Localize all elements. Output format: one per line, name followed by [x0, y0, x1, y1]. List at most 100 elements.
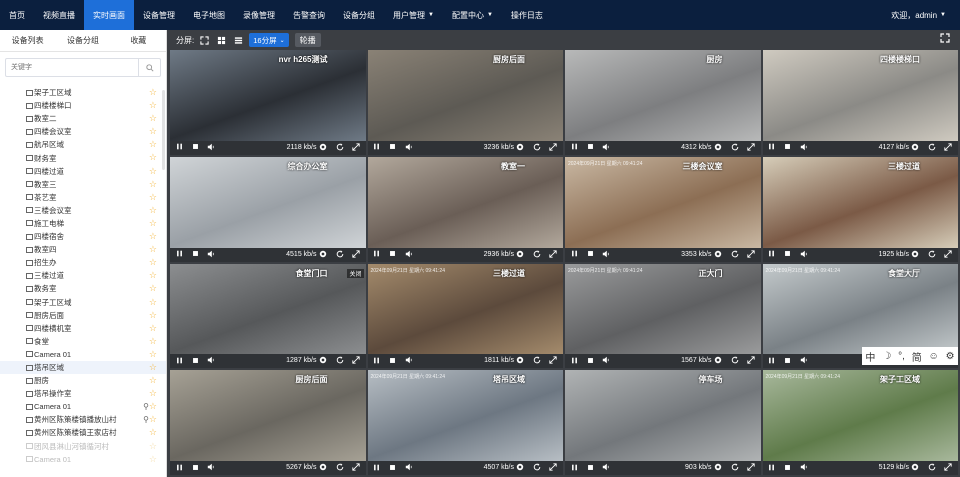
tree-item[interactable]: Camera 01 ☆ [0, 348, 166, 361]
video-cell[interactable]: 食堂门口 关闭 1287 kb/s [170, 263, 366, 369]
refresh-button[interactable] [334, 354, 346, 368]
volume-button[interactable] [204, 248, 218, 262]
stop-button[interactable] [583, 248, 597, 262]
pause-button[interactable] [172, 141, 186, 155]
expand-button[interactable] [745, 354, 757, 368]
pause-button[interactable] [765, 461, 779, 475]
favorite-star-icon[interactable]: ☆ [149, 86, 157, 99]
refresh-button[interactable] [531, 354, 543, 368]
nav-item-1[interactable]: 视频直播 [34, 0, 84, 30]
tree-item[interactable]: 食堂 ☆ [0, 335, 166, 348]
volume-button[interactable] [402, 354, 416, 368]
favorite-star-icon[interactable]: ☆ [149, 413, 157, 426]
pause-button[interactable] [567, 248, 581, 262]
favorite-star-icon[interactable]: ☆ [149, 151, 157, 164]
volume-button[interactable] [797, 141, 811, 155]
search-button[interactable] [138, 59, 160, 76]
snapshot-button[interactable] [317, 141, 329, 155]
refresh-button[interactable] [729, 141, 741, 155]
favorite-star-icon[interactable]: ☆ [149, 296, 157, 309]
refresh-button[interactable] [926, 141, 938, 155]
tree-item[interactable]: 三楼会议室 ☆ [0, 204, 166, 217]
favorite-star-icon[interactable]: ☆ [149, 269, 157, 282]
expand-button[interactable] [350, 461, 362, 475]
video-frame[interactable] [367, 50, 563, 141]
tree-item[interactable]: 架子工区域 ☆ [0, 86, 166, 99]
favorite-star-icon[interactable]: ☆ [149, 256, 157, 269]
nav-item-3[interactable]: 设备管理 [134, 0, 184, 30]
favorite-star-icon[interactable]: ☆ [149, 230, 157, 243]
ime-glyph[interactable]: 中 [865, 349, 875, 364]
video-cell[interactable]: 教室一 2936 kb/s [367, 156, 563, 262]
video-frame[interactable] [565, 370, 761, 461]
pause-button[interactable] [172, 461, 186, 475]
tree-item[interactable]: Camera 01 ⚲ ☆ [0, 400, 166, 413]
nav-item-8[interactable]: 用户管理 ▼ [384, 0, 443, 30]
tree-item[interactable]: 招生办 ☆ [0, 256, 166, 269]
video-frame[interactable] [762, 156, 958, 248]
video-cell[interactable]: 厨房后面 3236 kb/s [367, 50, 563, 155]
poll-button[interactable]: 轮播 [294, 33, 321, 47]
video-frame[interactable] [367, 263, 563, 355]
ime-glyph[interactable]: ⚙ [946, 351, 955, 362]
video-cell[interactable]: 停车场 903 kb/s [565, 370, 761, 475]
snapshot-button[interactable] [514, 141, 526, 155]
pause-button[interactable] [172, 354, 186, 368]
volume-button[interactable] [797, 248, 811, 262]
stop-button[interactable] [188, 461, 202, 475]
stop-button[interactable] [583, 354, 597, 368]
volume-button[interactable] [599, 141, 613, 155]
favorite-star-icon[interactable]: ☆ [149, 99, 157, 112]
snapshot-button[interactable] [712, 354, 724, 368]
tree-item[interactable]: 航吊区域 ☆ [0, 138, 166, 151]
ime-glyph[interactable]: ☽ [882, 351, 891, 362]
expand-button[interactable] [350, 141, 362, 155]
snapshot-button[interactable] [712, 461, 724, 475]
stop-button[interactable] [583, 141, 597, 155]
snapshot-button[interactable] [712, 248, 724, 262]
tree-item[interactable]: 黄州区陈策楼镇播放山村 ⚲ ☆ [0, 413, 166, 426]
refresh-button[interactable] [531, 248, 543, 262]
video-frame[interactable] [565, 263, 761, 355]
refresh-button[interactable] [531, 461, 543, 475]
tree-item[interactable]: 架子工区域 ☆ [0, 296, 166, 309]
stop-button[interactable] [188, 141, 202, 155]
expand-button[interactable] [547, 248, 559, 262]
video-cell[interactable]: 2024年09月21日 星期六 09:41:24 架子工区域 5129 kb/s [762, 370, 958, 475]
pause-button[interactable] [370, 461, 384, 475]
favorite-star-icon[interactable]: ☆ [149, 426, 157, 439]
ime-glyph[interactable]: ☺ [929, 351, 939, 362]
tree-item[interactable]: 厨房后面 ☆ [0, 309, 166, 322]
tree-item[interactable]: 教室二 ☆ [0, 112, 166, 125]
tree-item[interactable]: 四楼宿舍 ☆ [0, 230, 166, 243]
snapshot-button[interactable] [514, 461, 526, 475]
sidebar-scrollbar[interactable] [162, 90, 165, 170]
video-frame[interactable] [170, 263, 366, 355]
nav-item-7[interactable]: 设备分组 [334, 0, 384, 30]
snapshot-button[interactable] [514, 354, 526, 368]
nav-item-0[interactable]: 首页 [0, 0, 34, 30]
tree-item[interactable]: 四楼楼梯口 ☆ [0, 99, 166, 112]
video-frame[interactable] [367, 370, 563, 461]
ime-glyph[interactable]: °, [898, 351, 905, 362]
tree-item[interactable]: 财务室 ☆ [0, 151, 166, 164]
tree-item[interactable]: 黄州区陈策楼镇王家店村 ☆ [0, 426, 166, 439]
video-frame[interactable] [367, 156, 563, 248]
pause-button[interactable] [370, 354, 384, 368]
video-cell[interactable]: 2024年09月21日 星期六 09:41:24 三楼过道 1811 kb/s [367, 263, 563, 369]
stop-button[interactable] [188, 354, 202, 368]
favorite-star-icon[interactable]: ☆ [149, 322, 157, 335]
stop-button[interactable] [386, 248, 400, 262]
video-cell[interactable]: 2024年09月21日 星期六 09:41:24 三楼会议室 3353 kb/s [565, 156, 761, 262]
tree-item[interactable]: 教务室 ☆ [0, 282, 166, 295]
fullscreen-button[interactable] [940, 33, 950, 45]
stop-button[interactable] [583, 461, 597, 475]
volume-button[interactable] [599, 354, 613, 368]
video-cell[interactable]: 2024年09月21日 星期六 09:41:24 塔吊区域 4507 kb/s [367, 370, 563, 475]
favorite-star-icon[interactable]: ☆ [149, 191, 157, 204]
expand-button[interactable] [547, 354, 559, 368]
video-cell[interactable]: 四楼楼梯口 4127 kb/s [762, 50, 958, 155]
video-frame[interactable] [170, 156, 366, 248]
tree-item[interactable]: 团风县淋山河镇循河村 ☆ [0, 440, 166, 453]
volume-button[interactable] [204, 354, 218, 368]
